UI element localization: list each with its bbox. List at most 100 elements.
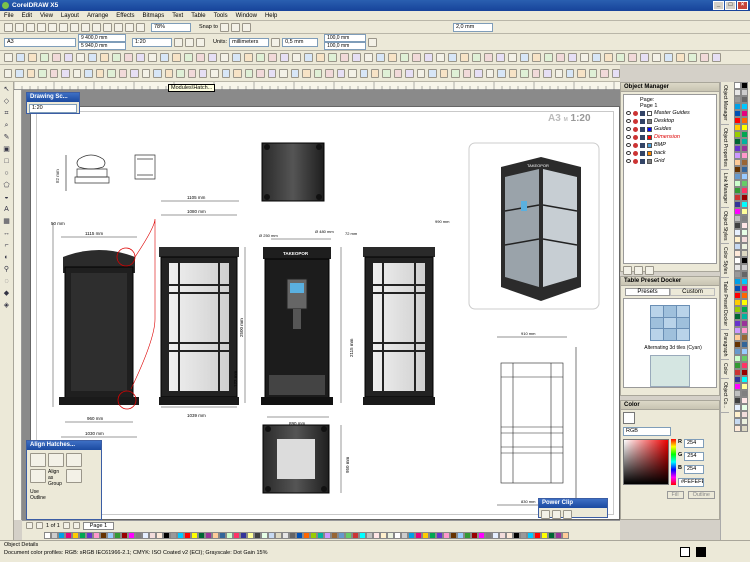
layer-name[interactable]: Dimension — [654, 134, 680, 140]
document-palette-swatch[interactable] — [240, 531, 247, 539]
palette-swatch[interactable] — [734, 208, 741, 215]
tool-button[interactable] — [640, 53, 649, 62]
cut-button[interactable] — [48, 22, 57, 32]
menu-edit[interactable]: Edit — [22, 13, 32, 19]
tool-button[interactable] — [364, 53, 373, 62]
tool-button[interactable] — [497, 68, 506, 78]
layer-row[interactable]: Dimension — [626, 133, 714, 141]
docker-tab[interactable]: Object Manager — [721, 82, 729, 125]
hex-field[interactable]: #FEFEFE — [678, 478, 704, 487]
layer-row[interactable]: Desktop — [626, 117, 714, 125]
outline-width-field[interactable]: 2,0 mm — [452, 22, 493, 32]
palette-swatch[interactable] — [741, 348, 748, 355]
tool-button[interactable] — [148, 53, 157, 62]
tool-button[interactable] — [340, 53, 349, 62]
pos-x-field[interactable]: 9 400,0 mm — [78, 34, 126, 42]
tool-button[interactable] — [210, 68, 219, 78]
all-pages-icon[interactable] — [196, 37, 205, 47]
color-field[interactable] — [623, 439, 669, 485]
document-palette-swatch[interactable] — [422, 531, 429, 539]
prev-page-button[interactable] — [36, 522, 43, 529]
tool-button[interactable] — [554, 68, 563, 78]
menu-view[interactable]: View — [40, 13, 53, 19]
document-palette-swatch[interactable] — [443, 531, 450, 539]
tool-button[interactable] — [352, 53, 361, 62]
palette-swatch[interactable] — [741, 82, 748, 89]
palette-swatch[interactable] — [741, 145, 748, 152]
tool-button[interactable] — [26, 68, 36, 78]
tool-button[interactable] — [336, 68, 346, 78]
palette-swatch[interactable] — [734, 320, 741, 327]
palette-swatch[interactable] — [741, 215, 748, 222]
tool-button[interactable] — [588, 68, 598, 78]
palette-swatch[interactable] — [741, 362, 748, 369]
palette-swatch[interactable] — [741, 180, 748, 187]
tool-button[interactable] — [520, 53, 529, 62]
preset-thumbnail-green[interactable] — [650, 355, 690, 387]
tool-button[interactable] — [412, 53, 421, 62]
tab-presets[interactable]: Presets — [625, 288, 670, 296]
palette-swatch[interactable] — [741, 327, 748, 334]
tool-button[interactable] — [256, 53, 265, 62]
document-palette-swatch[interactable] — [527, 531, 534, 539]
tool-button[interactable] — [544, 53, 553, 62]
layer-row[interactable]: Guides — [626, 125, 714, 133]
page-options-button[interactable] — [368, 37, 378, 47]
tool-button[interactable] — [112, 53, 121, 62]
palette-swatch[interactable] — [741, 103, 748, 110]
tool-button[interactable] — [52, 53, 61, 62]
tool-button[interactable] — [439, 68, 449, 78]
document-palette-swatch[interactable] — [254, 531, 261, 539]
save-button[interactable] — [26, 22, 35, 32]
dimension-tool-icon[interactable]: ↔ — [2, 229, 12, 239]
document-palette-swatch[interactable] — [107, 531, 114, 539]
tool-button[interactable] — [496, 53, 505, 62]
outline-tool-icon[interactable]: ◌ — [2, 277, 12, 287]
document-palette-swatch[interactable] — [394, 531, 401, 539]
tool-button[interactable] — [508, 68, 518, 78]
outline-button[interactable]: Outline — [687, 491, 715, 499]
document-palette-swatch[interactable] — [366, 531, 373, 539]
tool-button[interactable] — [233, 68, 242, 78]
tool-button[interactable] — [652, 53, 661, 62]
document-palette-swatch[interactable] — [541, 531, 548, 539]
interactive-fill-icon[interactable]: ◈ — [2, 301, 12, 311]
redo-button[interactable] — [92, 22, 101, 32]
palette-swatch[interactable] — [734, 82, 741, 89]
polygon-tool-icon[interactable]: ⬠ — [2, 181, 12, 191]
palette-swatch[interactable] — [741, 292, 748, 299]
tool-button[interactable] — [160, 53, 169, 62]
palette-swatch[interactable] — [741, 124, 748, 131]
document-palette-swatch[interactable] — [555, 531, 562, 539]
tool-button[interactable] — [393, 68, 403, 78]
tool-button[interactable] — [268, 53, 277, 62]
document-palette-swatch[interactable] — [275, 531, 282, 539]
document-palette-swatch[interactable] — [464, 531, 471, 539]
tool-button[interactable] — [611, 68, 621, 78]
palette-swatch[interactable] — [734, 278, 741, 285]
document-palette-swatch[interactable] — [513, 531, 520, 539]
palette-swatch[interactable] — [734, 383, 741, 390]
menu-layout[interactable]: Layout — [61, 13, 79, 19]
palette-swatch[interactable] — [741, 152, 748, 159]
tool-button[interactable] — [448, 53, 457, 62]
text-tool-icon[interactable]: A — [2, 205, 12, 215]
palette-swatch[interactable] — [741, 397, 748, 404]
docker-tab[interactable]: Object Properties — [721, 125, 729, 171]
palette-swatch[interactable] — [734, 334, 741, 341]
tool-button[interactable] — [543, 68, 552, 78]
document-palette-swatch[interactable] — [401, 531, 408, 539]
tool-button[interactable] — [88, 53, 97, 62]
document-palette-swatch[interactable] — [128, 531, 135, 539]
tool-button[interactable] — [100, 53, 109, 62]
minimize-button[interactable]: _ — [713, 1, 724, 10]
printer-icon[interactable] — [633, 134, 638, 140]
palette-swatch[interactable] — [741, 285, 748, 292]
tool-button[interactable] — [600, 68, 609, 78]
palette-swatch[interactable] — [734, 250, 741, 257]
tool-button[interactable] — [232, 53, 241, 62]
dup-y-field[interactable]: 100,0 mm — [324, 42, 367, 50]
palette-swatch[interactable] — [741, 355, 748, 362]
palette-swatch[interactable] — [734, 194, 741, 201]
preset-thumbnail-cyan[interactable] — [650, 305, 690, 341]
